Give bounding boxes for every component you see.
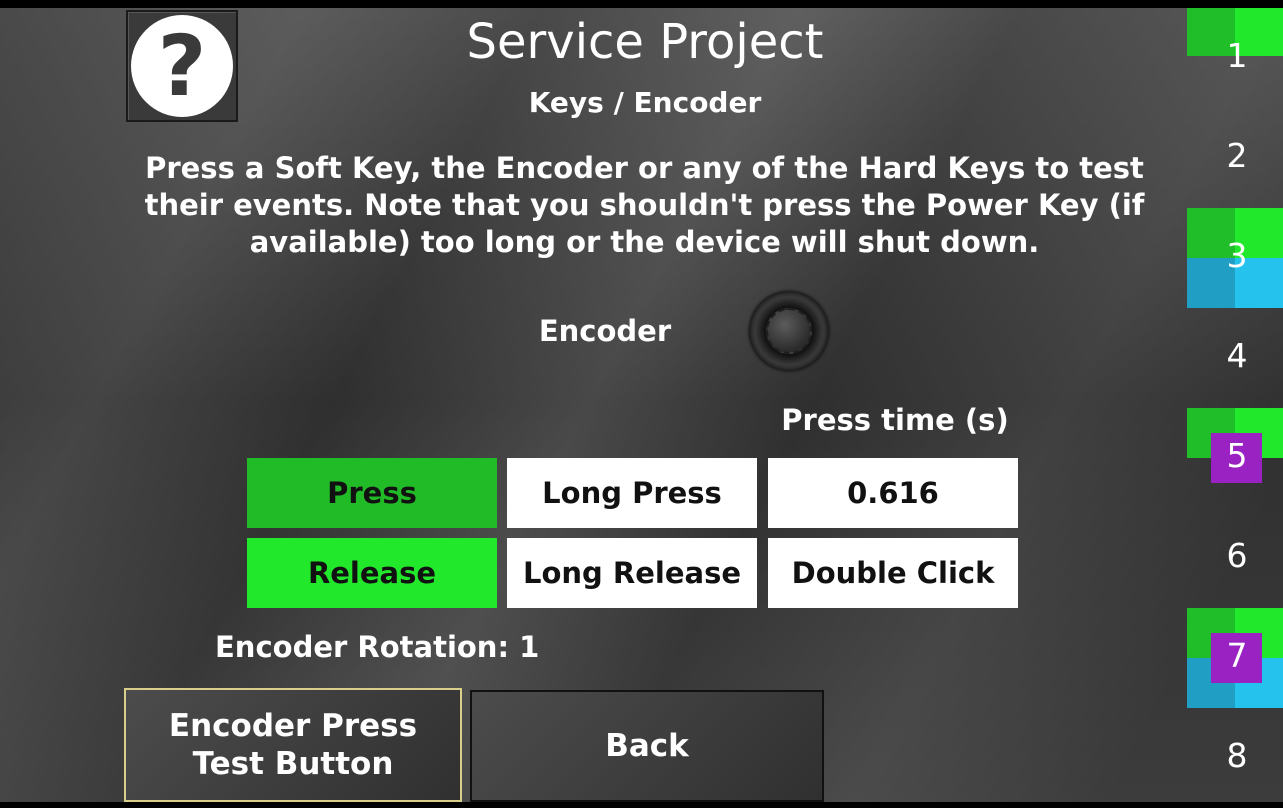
encoder-rotation-value: 1 (519, 630, 540, 664)
instructions-text: Press a Soft Key, the Encoder or any of … (144, 151, 1145, 259)
soft-key-3-label: 3 (1226, 236, 1248, 275)
press-time-value: 0.616 (768, 458, 1018, 528)
soft-key-4[interactable]: 4 (1187, 308, 1283, 408)
soft-key-7[interactable]: 7 (1187, 608, 1283, 708)
soft-key-8[interactable]: 8 (1187, 708, 1283, 808)
soft-key-4-label: 4 (1226, 336, 1248, 375)
soft-key-7-label: 7 (1226, 636, 1248, 675)
soft-key-8-label: 8 (1226, 736, 1248, 775)
top-border (0, 0, 1283, 8)
soft-key-5-label: 5 (1226, 436, 1248, 475)
help-button[interactable]: ? (126, 10, 238, 122)
question-mark-icon: ? (131, 15, 233, 117)
soft-key-3[interactable]: 3 (1187, 208, 1283, 308)
page-title: Service Project (466, 14, 824, 70)
back-button[interactable]: Back (470, 690, 824, 802)
press-indicator: Press (247, 458, 497, 528)
soft-key-1[interactable]: 1 (1187, 8, 1283, 108)
press-time-label: Press time (s) (781, 403, 1009, 437)
encoder-rotation-label: Encoder Rotation: (215, 630, 510, 664)
soft-key-2-label: 2 (1226, 136, 1248, 175)
encoder-label: Encoder (538, 314, 672, 348)
soft-key-2[interactable]: 2 (1187, 108, 1283, 208)
encoder-press-test-button[interactable]: Encoder Press Test Button (124, 688, 462, 802)
encoder-press-test-label-line2: Test Button (192, 746, 394, 782)
soft-key-5[interactable]: 5 (1187, 408, 1283, 508)
double-click-indicator: Double Click (768, 538, 1018, 608)
page-subtitle: Keys / Encoder (528, 86, 762, 119)
soft-key-6-label: 6 (1226, 536, 1248, 575)
long-release-indicator: Long Release (507, 538, 757, 608)
encoder-knob-icon (749, 291, 829, 371)
release-indicator: Release (247, 538, 497, 608)
soft-key-rail: 1 2 3 4 5 6 7 8 (1187, 8, 1283, 802)
soft-key-6[interactable]: 6 (1187, 508, 1283, 608)
long-press-indicator: Long Press (507, 458, 757, 528)
encoder-press-test-label-line1: Encoder Press (168, 708, 418, 744)
encoder-rotation: Encoder Rotation: 1 (215, 630, 539, 664)
soft-key-1-label: 1 (1226, 36, 1248, 75)
